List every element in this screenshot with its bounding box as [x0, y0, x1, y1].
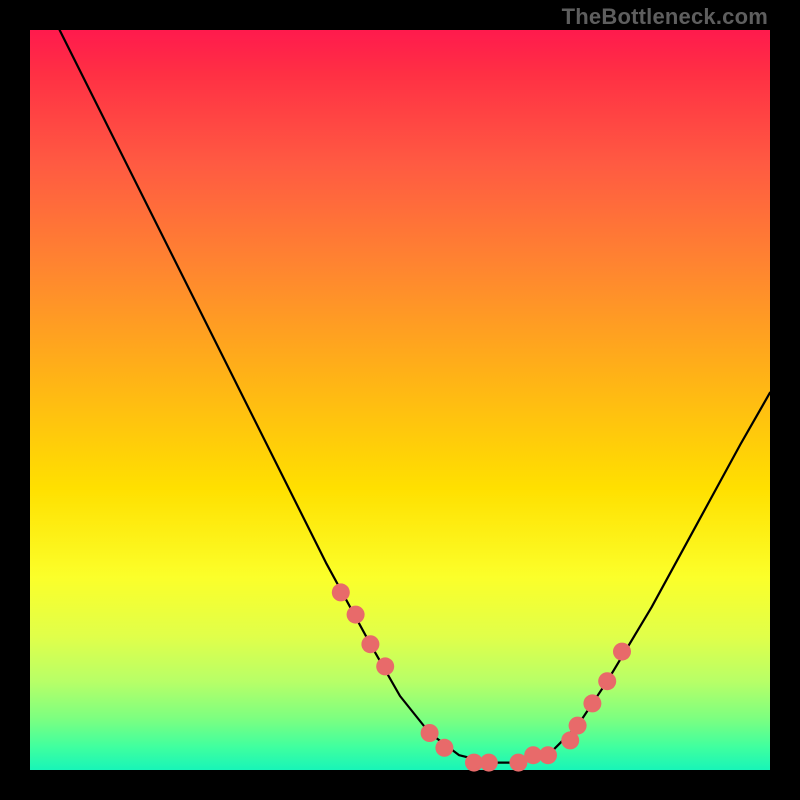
highlight-point [480, 754, 498, 772]
highlight-point [421, 724, 439, 742]
highlight-point [332, 583, 350, 601]
bottleneck-curve [60, 30, 770, 763]
highlight-point [613, 643, 631, 661]
chart-svg [0, 0, 800, 800]
highlight-point [347, 606, 365, 624]
highlight-point [539, 746, 557, 764]
marker-layer [332, 583, 631, 771]
highlight-point [376, 657, 394, 675]
highlight-point [598, 672, 616, 690]
highlight-point [583, 694, 601, 712]
highlight-point [569, 717, 587, 735]
highlight-point [435, 739, 453, 757]
curve-layer [60, 30, 770, 763]
highlight-point [361, 635, 379, 653]
